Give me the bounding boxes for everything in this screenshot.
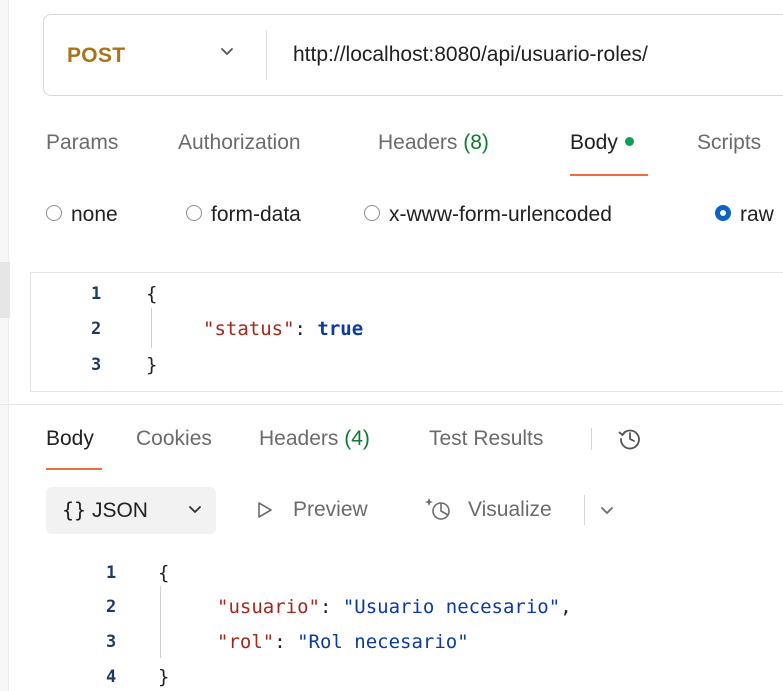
radio-form-data[interactable]: form-data <box>186 203 301 227</box>
response-divider[interactable] <box>0 404 783 405</box>
history-icon[interactable] <box>616 424 644 452</box>
code-open-brace: { <box>146 283 158 305</box>
tab-authorization[interactable]: Authorization <box>178 131 301 155</box>
tab-scripts[interactable]: Scripts <box>697 131 761 155</box>
preview-button[interactable]: Preview <box>293 498 368 522</box>
code-line-usuario: "usuario": "Usuario necesario", <box>217 596 572 618</box>
code-line-rol: "rol": "Rol necesario" <box>217 631 469 653</box>
tab-headers[interactable]: Headers (8) <box>378 131 489 155</box>
chevron-down-icon[interactable] <box>217 41 237 61</box>
code-close-brace: } <box>146 354 158 376</box>
tab-params[interactable]: Params <box>46 131 118 155</box>
preview-play-icon[interactable] <box>256 500 274 520</box>
active-tab-underline <box>570 174 648 176</box>
radio-circle <box>364 205 380 222</box>
url-input[interactable]: http://localhost:8080/api/usuario-roles/ <box>293 43 648 67</box>
indent-guide <box>160 586 161 658</box>
code-close-brace: } <box>158 666 170 688</box>
response-tab-headers[interactable]: Headers (4) <box>259 427 370 451</box>
response-format-label: {} JSON <box>62 498 148 522</box>
headers-count: (8) <box>463 131 489 154</box>
sidebar-edge <box>0 0 9 691</box>
line-number: 3 <box>106 632 117 652</box>
radio-raw[interactable]: raw <box>715 203 774 227</box>
line-number: 4 <box>106 667 117 687</box>
radio-circle <box>186 205 202 222</box>
chevron-down-icon[interactable] <box>598 501 616 519</box>
json-braces-icon: {} <box>62 498 87 522</box>
body-status-dot <box>624 136 634 146</box>
line-number: 2 <box>91 319 102 339</box>
url-separator <box>266 30 267 80</box>
line-number: 1 <box>91 284 102 304</box>
code-open-brace: { <box>158 562 170 584</box>
sidebar-resize-handle[interactable] <box>0 262 10 318</box>
radio-x-www-form-urlencoded[interactable]: x-www-form-urlencoded <box>364 203 612 227</box>
response-tab-body[interactable]: Body <box>46 427 94 451</box>
chevron-down-icon <box>189 506 201 513</box>
response-headers-count: (4) <box>344 427 370 450</box>
line-number: 1 <box>106 563 117 583</box>
response-tab-test-results[interactable]: Test Results <box>429 427 543 451</box>
response-tab-cookies[interactable]: Cookies <box>136 427 212 451</box>
response-active-tab-underline <box>46 468 102 470</box>
code-line-status: "status": true <box>203 318 364 340</box>
request-body-editor[interactable] <box>30 272 783 392</box>
radio-circle-checked <box>715 205 731 222</box>
visualize-button[interactable]: Visualize <box>468 498 552 522</box>
visualize-icon[interactable] <box>424 494 456 524</box>
indent-guide <box>151 308 152 348</box>
http-method-select[interactable]: POST <box>67 44 125 68</box>
line-number: 2 <box>106 597 117 617</box>
toolbar-separator <box>584 495 585 525</box>
tab-body[interactable]: Body <box>570 131 634 155</box>
line-number: 3 <box>91 355 102 375</box>
radio-circle <box>46 205 62 222</box>
response-tab-separator <box>591 428 592 450</box>
radio-none[interactable]: none <box>46 203 118 227</box>
